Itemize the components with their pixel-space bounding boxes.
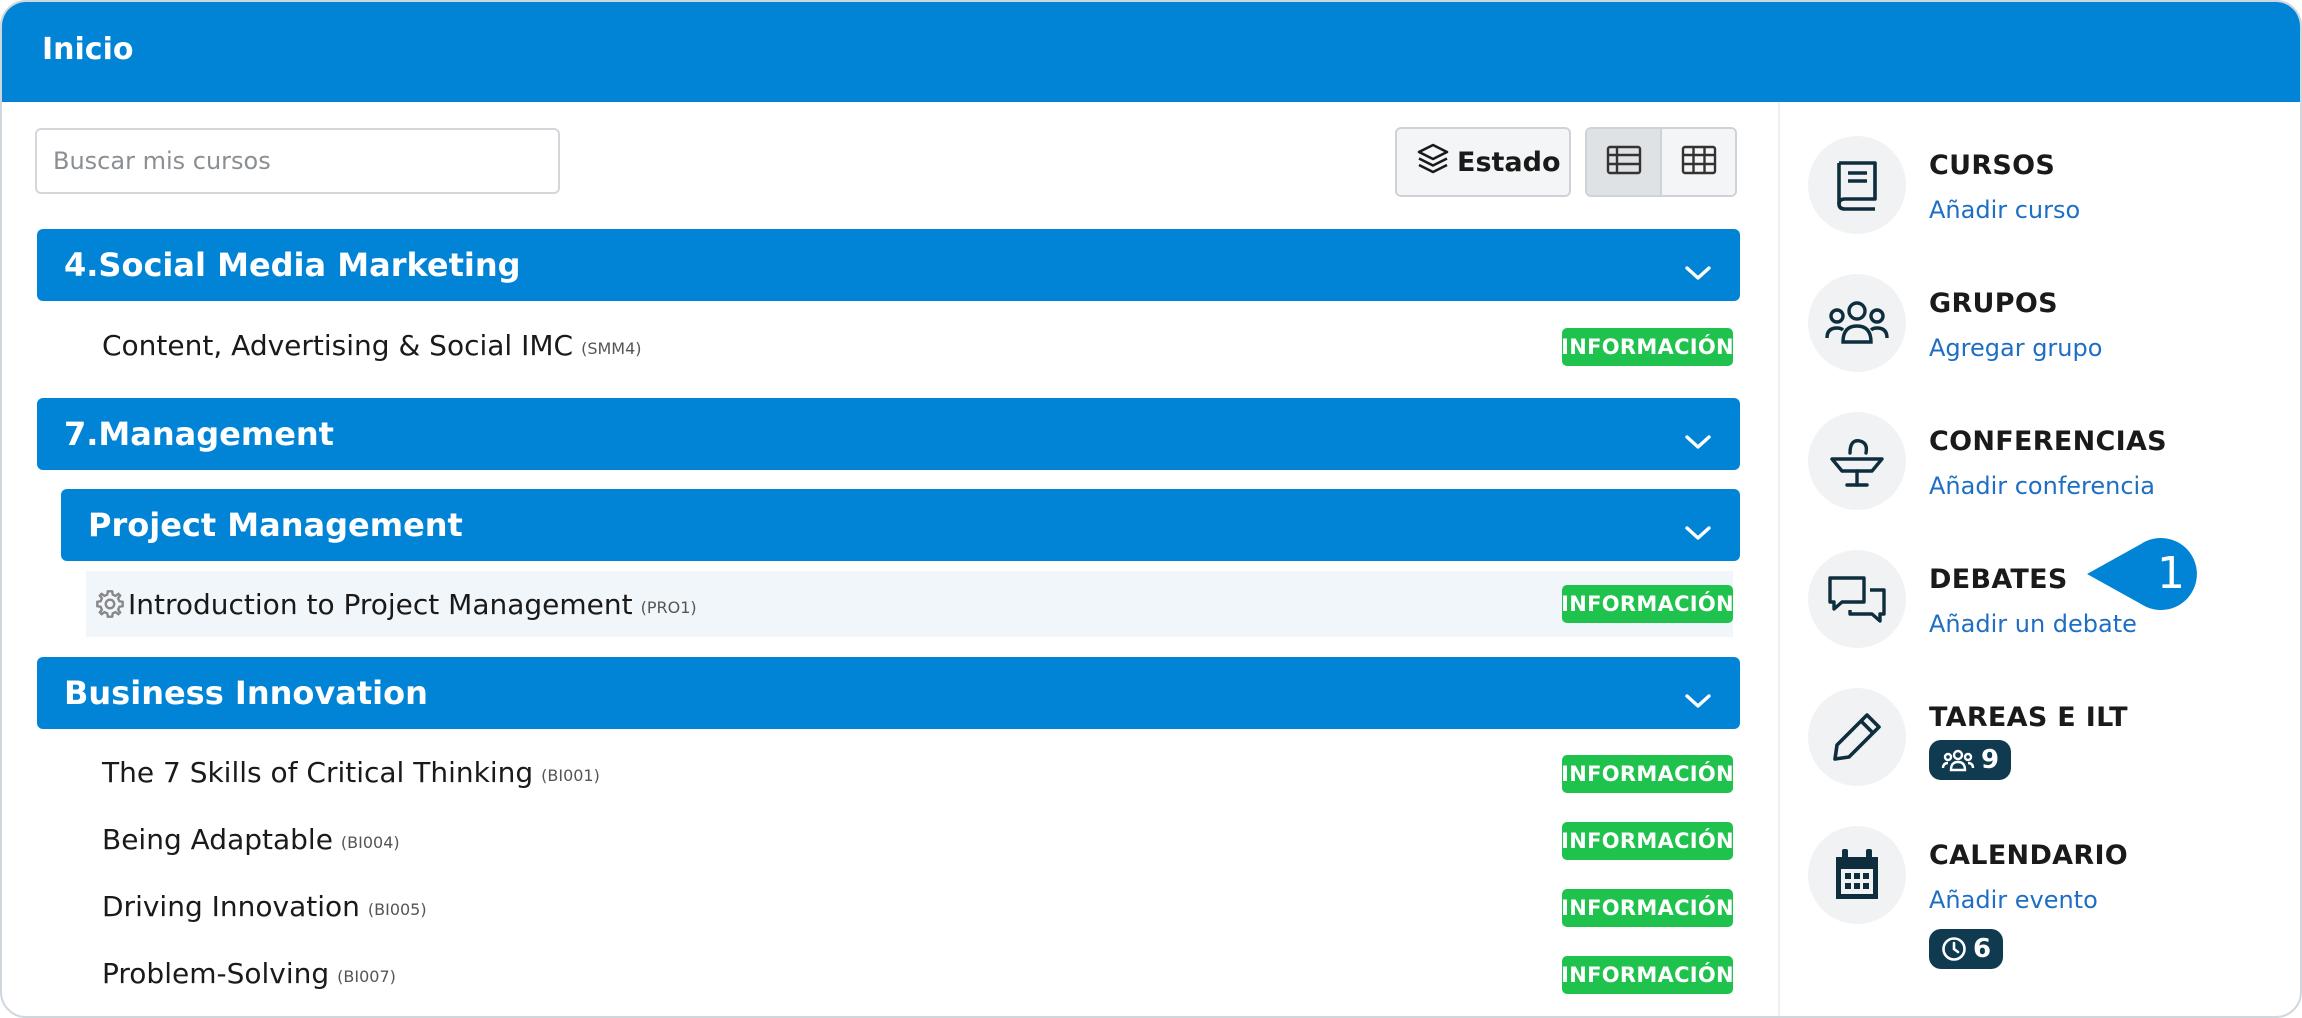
layers-icon [1415,141,1451,184]
debates-label: DEBATES [1929,564,2068,595]
sidebar-item-grupos: GRUPOS Agregar grupo [1808,274,2278,384]
conference-icon[interactable] [1808,412,1906,510]
panel-divider [1778,102,1780,1016]
info-badge[interactable]: INFORMACIÓN [1561,585,1734,623]
add-course-link[interactable]: Añadir curso [1929,196,2080,224]
events-count-badge[interactable]: 6 [1929,929,2004,969]
add-event-link[interactable]: Añadir evento [1929,886,2098,914]
course-code: (SMM4) [581,338,642,358]
chevron-down-icon [1684,681,1712,719]
sidebar-item-cursos: CURSOS Añadir curso [1808,136,2278,246]
sidebar-item-calendario: CALENDARIO Añadir evento 6 [1808,826,2278,976]
app-frame: Inicio Estado [0,0,2302,1018]
course-row[interactable]: Driving Innovation (BI005) INFORMACIÓN [102,874,1734,938]
info-badge[interactable]: INFORMACIÓN [1561,889,1734,927]
category-bar[interactable]: 4.Social Media Marketing [37,229,1740,301]
chevron-down-icon [1684,513,1712,551]
sidebar-item-debates: DEBATES Añadir un debate [1808,550,2278,660]
course-code: (PRO1) [640,597,697,617]
course-name[interactable]: Introduction to Project Management [128,588,633,621]
calendar-icon[interactable] [1808,826,1906,924]
course-row[interactable]: Introduction to Project Management (PRO1… [86,571,1734,637]
course-code: (BI007) [337,966,396,986]
pencil-icon[interactable] [1808,688,1906,786]
course-code: (BI001) [541,765,600,785]
chat-bubbles-icon[interactable] [1808,550,1906,648]
cursos-label: CURSOS [1929,150,2056,181]
users-icon [1941,748,1975,772]
course-row[interactable]: Being Adaptable (BI004) INFORMACIÓN [102,807,1734,871]
estado-filter-button[interactable]: Estado [1395,127,1571,197]
info-badge[interactable]: INFORMACIÓN [1561,755,1734,793]
tasks-count: 9 [1981,745,2000,775]
category-title: 4.Social Media Marketing [64,246,521,284]
category-bar[interactable]: Business Innovation [37,657,1740,729]
list-view-button[interactable] [1587,129,1662,195]
category-bar[interactable]: 7.Management [37,398,1740,470]
chevron-down-icon [1684,253,1712,291]
info-badge[interactable]: INFORMACIÓN [1561,328,1734,366]
estado-label: Estado [1457,146,1561,178]
search-input[interactable] [35,128,560,194]
course-name[interactable]: Driving Innovation [102,890,360,923]
course-row[interactable]: Content, Advertising & Social IMC (SMM4)… [102,313,1734,377]
course-row[interactable]: Problem-Solving (BI007) INFORMACIÓN [102,941,1734,1005]
tasks-count-badge[interactable]: 9 [1929,740,2012,780]
course-code: (BI004) [340,832,400,852]
info-badge[interactable]: INFORMACIÓN [1561,956,1734,994]
step-number: 1 [2157,548,2185,599]
grupos-label: GRUPOS [1929,288,2058,319]
add-conference-link[interactable]: Añadir conferencia [1929,472,2155,500]
course-name[interactable]: Problem-Solving [102,957,329,990]
clock-icon [1941,936,1967,962]
category-title: 7.Management [64,415,334,453]
subcategory-title: Project Management [88,506,463,544]
tareas-label: TAREAS E ILT [1929,702,2128,733]
grid-icon [1681,145,1717,180]
sidebar-item-conferencias: CONFERENCIAS Añadir conferencia [1808,412,2278,522]
grid-view-button[interactable] [1662,129,1735,195]
info-badge[interactable]: INFORMACIÓN [1561,822,1734,860]
users-group-icon[interactable] [1808,274,1906,372]
book-icon[interactable] [1808,136,1906,234]
events-count: 6 [1973,934,1992,964]
subcategory-bar[interactable]: Project Management [61,489,1740,561]
table-list-icon [1606,145,1642,180]
add-group-link[interactable]: Agregar grupo [1929,334,2102,362]
gear-icon[interactable] [94,588,126,620]
view-toggle [1585,127,1737,197]
course-code: (BI005) [367,899,427,919]
course-name[interactable]: The 7 Skills of Critical Thinking [102,756,533,789]
course-name[interactable]: Being Adaptable [102,823,333,856]
course-name[interactable]: Content, Advertising & Social IMC [102,329,573,362]
chevron-down-icon [1684,422,1712,460]
category-title: Business Innovation [64,674,428,712]
header-bar: Inicio [2,2,2300,102]
step-callout: 1 [2087,536,2207,612]
calendario-label: CALENDARIO [1929,840,2129,871]
conferencias-label: CONFERENCIAS [1929,426,2167,457]
add-debate-link[interactable]: Añadir un debate [1929,610,2137,638]
page-title: Inicio [42,32,134,67]
sidebar-item-tareas: TAREAS E ILT 9 [1808,688,2278,798]
course-row[interactable]: The 7 Skills of Critical Thinking (BI001… [102,740,1734,804]
